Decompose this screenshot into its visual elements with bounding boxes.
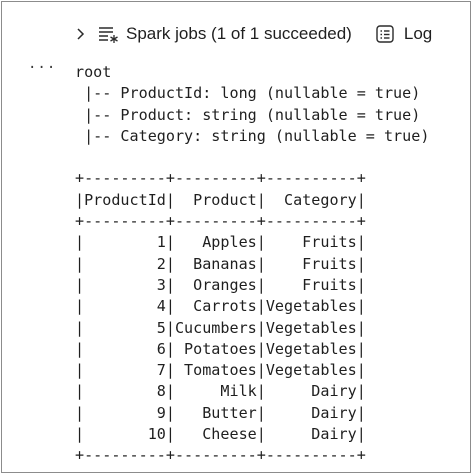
- output-line: | 2| Bananas| Fruits|: [75, 254, 366, 273]
- output-line: | 5|Cucumbers|Vegetables|: [75, 318, 366, 337]
- output-line: +---------+---------+----------+: [75, 212, 366, 231]
- output-line: | 7| Tomatoes|Vegetables|: [75, 361, 366, 380]
- spark-jobs-button[interactable]: Spark jobs (1 of 1 succeeded): [98, 23, 352, 45]
- chevron-right-icon[interactable]: [68, 22, 92, 46]
- output-line: root: [75, 63, 112, 81]
- output-line: | 4| Carrots|Vegetables|: [75, 297, 366, 316]
- spark-jobs-label: Spark jobs (1 of 1 succeeded): [126, 24, 352, 43]
- cell-output-text: root |-- ProductId: long (nullable = tru…: [75, 62, 429, 467]
- log-label: Log: [403, 24, 433, 43]
- output-line: |-- Product: string (nullable = true): [75, 105, 421, 124]
- more-options-button[interactable]: ···: [28, 60, 56, 76]
- output-line: | 1| Apples| Fruits|: [75, 233, 366, 252]
- output-line: |ProductId| Product| Category|: [75, 190, 366, 209]
- cell-output-toolbar: Spark jobs (1 of 1 succeeded) Log: [68, 20, 432, 48]
- output-line: | 10| Cheese| Dairy|: [75, 425, 366, 444]
- output-line: +---------+---------+----------+: [75, 169, 366, 188]
- notebook-cell-output: Spark jobs (1 of 1 succeeded) Log ··· ro…: [1, 1, 471, 473]
- log-button[interactable]: Log: [374, 23, 432, 45]
- output-line: | 3| Oranges| Fruits|: [75, 275, 366, 294]
- output-line: |-- ProductId: long (nullable = true): [75, 84, 421, 103]
- output-line: | 8| Milk| Dairy|: [75, 382, 366, 401]
- log-icon: [374, 23, 396, 45]
- output-line: | 9| Butter| Dairy|: [75, 403, 366, 422]
- output-line: +---------+---------+----------+: [75, 446, 366, 465]
- output-line: | 6| Potatoes|Vegetables|: [75, 339, 366, 358]
- spark-jobs-icon: [98, 23, 120, 45]
- output-line: |-- Category: string (nullable = true): [75, 126, 430, 145]
